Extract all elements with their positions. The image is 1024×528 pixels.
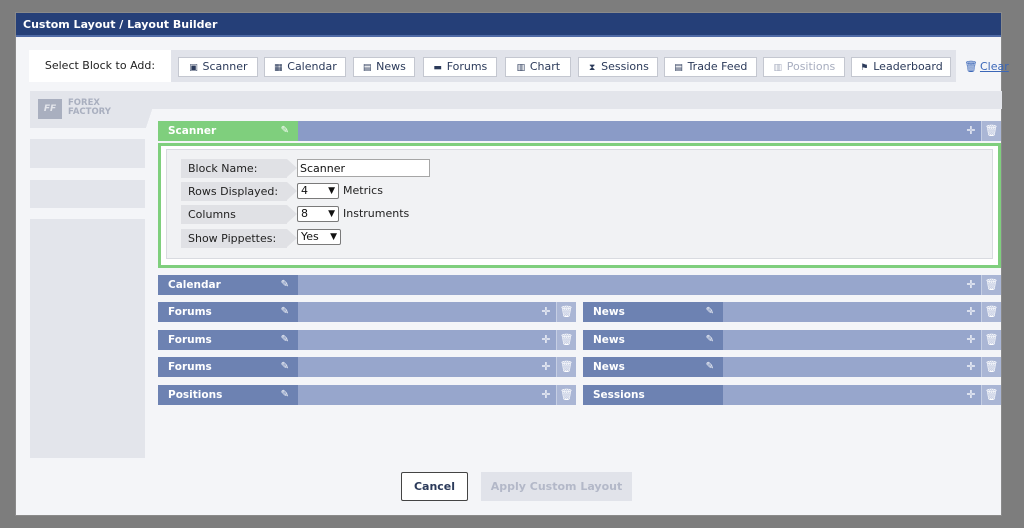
sessions-block[interactable]: Sessions ✛ 🗑: [583, 385, 1001, 405]
logo-line-2: FACTORY: [68, 107, 111, 117]
sessions-block-header[interactable]: Sessions: [583, 385, 723, 405]
clear-link[interactable]: 🗑 Clear: [964, 60, 1009, 73]
columns-displayed-label: Columns Displayed:: [181, 205, 297, 240]
side-placeholder-3: [30, 219, 145, 458]
news-icon: ▤: [362, 63, 372, 73]
move-icon[interactable]: ✛: [961, 330, 981, 350]
forums-block-header[interactable]: Forums ✎: [158, 357, 298, 377]
columns-suffix: Instruments: [343, 207, 410, 220]
add-positions-button[interactable]: ▥ Positions: [763, 57, 845, 77]
add-trade-feed-button[interactable]: ▤ Trade Feed: [664, 57, 757, 77]
news-block-2[interactable]: News ✎ ✛ 🗑: [583, 330, 1001, 350]
forex-factory-logo: FF FOREX FACTORY: [30, 91, 150, 128]
move-icon[interactable]: ✛: [536, 385, 556, 405]
forums-block-3[interactable]: Forums ✎ ✛ 🗑: [158, 357, 576, 377]
news-block-header[interactable]: News ✎: [583, 302, 723, 322]
delete-icon[interactable]: 🗑: [556, 357, 576, 377]
wrench-icon[interactable]: ✎: [281, 330, 289, 350]
move-icon[interactable]: ✛: [961, 121, 981, 141]
rows-suffix: Metrics: [343, 184, 383, 197]
scanner-icon: ▣: [189, 63, 198, 73]
delete-icon[interactable]: 🗑: [556, 385, 576, 405]
rows-displayed-label: Rows Displayed:: [181, 182, 297, 201]
wrench-icon[interactable]: ✎: [281, 275, 289, 295]
hourglass-icon: ⧗: [588, 63, 596, 73]
delete-icon[interactable]: 🗑: [981, 302, 1001, 322]
add-calendar-button[interactable]: ▦ Calendar: [264, 57, 346, 77]
delete-icon[interactable]: 🗑: [981, 275, 1001, 295]
rows-displayed-select[interactable]: 4 ▼: [297, 183, 339, 199]
cancel-button[interactable]: Cancel: [401, 472, 468, 501]
block-name-input[interactable]: [297, 159, 430, 177]
delete-icon[interactable]: 🗑: [981, 121, 1001, 141]
forums-block-header[interactable]: Forums ✎: [158, 302, 298, 322]
positions-icon: ▥: [773, 63, 782, 73]
wrench-icon[interactable]: ✎: [281, 302, 289, 322]
positions-block[interactable]: Positions ✎ ✛ 🗑: [158, 385, 576, 405]
logo-mark-icon: FF: [38, 99, 62, 119]
side-placeholder-1: [30, 139, 145, 168]
add-news-button[interactable]: ▤ News: [353, 57, 415, 77]
move-icon[interactable]: ✛: [961, 302, 981, 322]
chevron-down-icon: ▼: [328, 186, 335, 196]
positions-block-header[interactable]: Positions ✎: [158, 385, 298, 405]
calendar-block[interactable]: Calendar ✎ ✛ 🗑: [158, 275, 1001, 295]
move-icon[interactable]: ✛: [961, 357, 981, 377]
add-sessions-button[interactable]: ⧗ Sessions: [578, 57, 658, 77]
forums-block-header[interactable]: Forums ✎: [158, 330, 298, 350]
forums-icon: ▬: [433, 63, 442, 73]
layout-builder-dialog: Custom Layout / Layout Builder Select Bl…: [15, 12, 1009, 516]
add-block-bar: Select Block to Add: ▣ Scanner ▦ Calendar …: [29, 50, 1009, 82]
chart-icon: ▥: [516, 63, 526, 73]
move-icon[interactable]: ✛: [536, 302, 556, 322]
block-name-label: Block Name:: [181, 159, 297, 178]
add-forums-button[interactable]: ▬ Forums: [423, 57, 497, 77]
show-pippettes-label: Show Pippettes:: [181, 229, 297, 248]
flag-icon: ⚑: [860, 63, 869, 73]
delete-icon[interactable]: 🗑: [981, 385, 1001, 405]
wrench-icon[interactable]: ✎: [706, 302, 714, 322]
wrench-icon[interactable]: ✎: [706, 357, 714, 377]
add-block-label: Select Block to Add:: [29, 50, 171, 82]
add-scanner-button[interactable]: ▣ Scanner: [178, 57, 258, 77]
chevron-down-icon: ▼: [330, 232, 337, 242]
news-block-header[interactable]: News ✎: [583, 330, 723, 350]
show-pippettes-select[interactable]: Yes ▼: [297, 229, 341, 245]
header-strip: [152, 91, 1002, 109]
move-icon[interactable]: ✛: [536, 357, 556, 377]
calendar-icon: ▦: [274, 63, 283, 73]
add-block-strip: ▣ Scanner ▦ Calendar ▤ News ▬ Forums ▥ Chart …: [171, 50, 956, 82]
columns-displayed-select[interactable]: 8 ▼: [297, 206, 339, 222]
move-icon[interactable]: ✛: [961, 275, 981, 295]
news-block-1[interactable]: News ✎ ✛ 🗑: [583, 302, 1001, 322]
delete-icon[interactable]: 🗑: [556, 302, 576, 322]
trade-feed-icon: ▤: [674, 63, 683, 73]
wrench-icon[interactable]: ✎: [281, 121, 289, 141]
wrench-icon[interactable]: ✎: [706, 330, 714, 350]
add-leaderboard-button[interactable]: ⚑ Leaderboard: [851, 57, 951, 77]
news-block-header[interactable]: News ✎: [583, 357, 723, 377]
scanner-block-header[interactable]: Scanner ✎: [158, 121, 298, 141]
add-chart-button[interactable]: ▥ Chart: [505, 57, 571, 77]
delete-icon[interactable]: 🗑: [981, 357, 1001, 377]
chevron-down-icon: ▼: [328, 209, 335, 219]
dialog-title: Custom Layout / Layout Builder: [16, 13, 1001, 37]
apply-custom-layout-button[interactable]: Apply Custom Layout: [481, 472, 632, 501]
delete-icon[interactable]: 🗑: [981, 330, 1001, 350]
calendar-block-header[interactable]: Calendar ✎: [158, 275, 298, 295]
side-placeholder-2: [30, 180, 145, 208]
forums-block-2[interactable]: Forums ✎ ✛ 🗑: [158, 330, 576, 350]
scanner-config-panel: Block Name: Rows Displayed: 4▼ Metrics C…: [158, 143, 1001, 268]
news-block-3[interactable]: News ✎ ✛ 🗑: [583, 357, 1001, 377]
wrench-icon[interactable]: ✎: [281, 357, 289, 377]
scanner-block[interactable]: Scanner ✎ ✛ 🗑: [158, 121, 1001, 141]
move-icon[interactable]: ✛: [961, 385, 981, 405]
delete-icon[interactable]: 🗑: [556, 330, 576, 350]
move-icon[interactable]: ✛: [536, 330, 556, 350]
trash-icon: 🗑: [964, 60, 978, 73]
forums-block-1[interactable]: Forums ✎ ✛ 🗑: [158, 302, 576, 322]
wrench-icon[interactable]: ✎: [281, 385, 289, 405]
